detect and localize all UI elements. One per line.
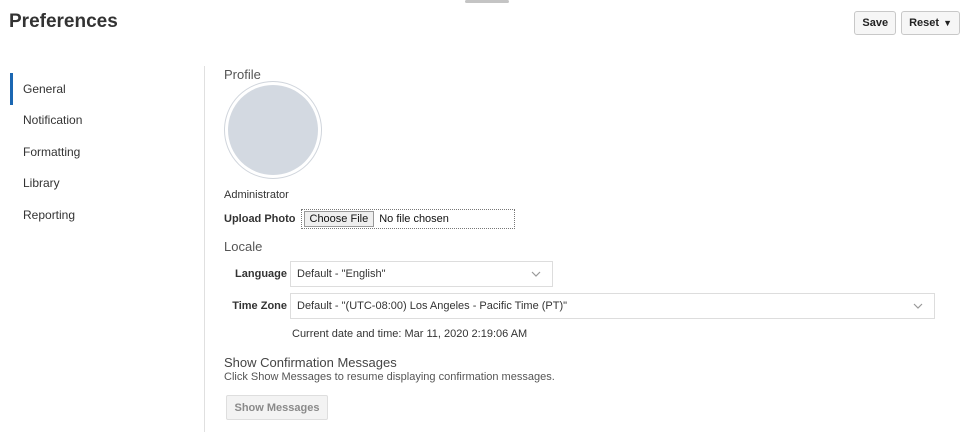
page-title: Preferences — [9, 11, 118, 32]
current-date-time: Current date and time: Mar 11, 2020 2:19… — [292, 328, 528, 340]
sidebar-item-reporting[interactable]: Reporting — [10, 199, 160, 231]
confirmation-section-title: Show Confirmation Messages — [224, 355, 397, 370]
upload-photo-row: Upload Photo Choose File No file chosen — [224, 209, 515, 229]
profile-section-title: Profile — [224, 67, 261, 82]
file-input[interactable]: Choose File No file chosen — [300, 209, 515, 229]
show-messages-button[interactable]: Show Messages — [226, 395, 328, 420]
sidebar-item-label: Formatting — [23, 144, 81, 159]
timezone-select[interactable]: Default - "(UTC-08:00) Los Angeles - Pac… — [290, 293, 935, 319]
chevron-down-icon — [531, 271, 541, 277]
choose-file-button[interactable]: Choose File — [303, 211, 375, 227]
timezone-label: Time Zone — [232, 300, 287, 312]
sidebar-item-label: Notification — [23, 113, 83, 128]
avatar — [224, 81, 322, 179]
upload-photo-label: Upload Photo — [224, 213, 296, 225]
sidebar-divider — [204, 66, 205, 432]
sidebar-item-label: Library — [23, 176, 60, 191]
avatar-placeholder — [228, 85, 318, 175]
user-name: Administrator — [224, 189, 289, 201]
file-status: No file chosen — [379, 213, 449, 225]
language-select[interactable]: Default - "English" — [290, 261, 553, 287]
main-content: Profile Administrator Upload Photo Choos… — [224, 0, 960, 432]
confirmation-description: Click Show Messages to resume displaying… — [224, 371, 555, 383]
sidebar-item-notification[interactable]: Notification — [10, 105, 160, 137]
chevron-down-icon — [913, 303, 923, 309]
sidebar: General Notification Formatting Library … — [10, 73, 160, 231]
show-messages-label: Show Messages — [234, 401, 320, 414]
sidebar-item-label: General — [23, 81, 66, 96]
sidebar-item-formatting[interactable]: Formatting — [10, 136, 160, 168]
sidebar-item-library[interactable]: Library — [10, 168, 160, 200]
sidebar-item-general[interactable]: General — [10, 73, 160, 105]
locale-section-title: Locale — [224, 239, 263, 254]
timezone-value: Default - "(UTC-08:00) Los Angeles - Pac… — [297, 300, 568, 312]
language-value: Default - "English" — [297, 268, 386, 280]
sidebar-item-label: Reporting — [23, 207, 76, 222]
language-label: Language — [235, 268, 287, 280]
